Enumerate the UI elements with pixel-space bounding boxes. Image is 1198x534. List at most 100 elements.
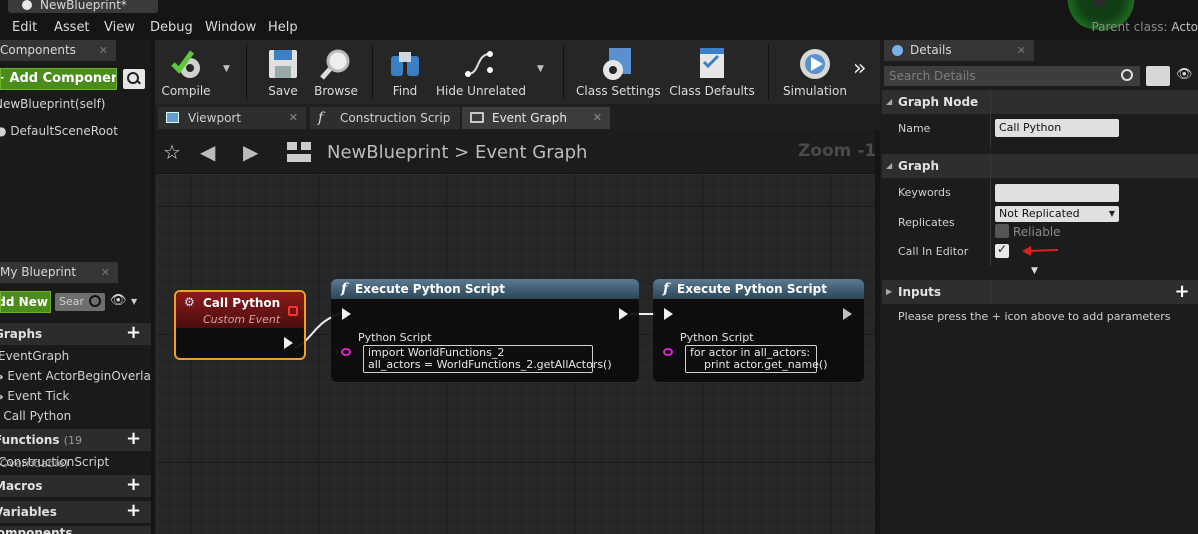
python-script-input[interactable]: import WorldFunctions_2 all_actors = Wor… xyxy=(363,345,612,373)
section-inputs[interactable]: Inputs xyxy=(882,280,1198,304)
call-in-editor-checkbox[interactable]: ✓ xyxy=(995,242,1009,258)
close-icon[interactable]: ✕ xyxy=(289,107,298,129)
node-title: Execute Python Script xyxy=(677,282,827,296)
eye-icon[interactable]: 👁 xyxy=(110,293,127,308)
section-graph[interactable]: Graph xyxy=(882,154,1198,178)
python-script-input[interactable]: for actor in all_actors: print actor.get… xyxy=(685,345,828,373)
tab-event-graph[interactable]: Event Graph ✕ xyxy=(462,107,610,129)
delegate-pin[interactable] xyxy=(288,306,298,316)
reliable-checkbox[interactable] xyxy=(995,224,1009,238)
section-variables[interactable]: Variables + xyxy=(0,501,151,523)
toolbar-overflow-icon[interactable]: » xyxy=(853,56,866,81)
exec-input-pin[interactable] xyxy=(664,308,673,320)
column-divider xyxy=(990,154,991,266)
checkmark-icon: ✓ xyxy=(997,242,1008,256)
tab-construction-label: Construction Scrip xyxy=(340,111,451,125)
tab-viewport[interactable]: Viewport ✕ xyxy=(158,107,306,129)
add-variable-button[interactable]: + xyxy=(126,502,144,520)
add-macro-button[interactable]: + xyxy=(126,476,144,494)
class-defaults-button[interactable]: Class Defaults xyxy=(668,42,756,102)
tab-components[interactable]: Components ✕ xyxy=(0,40,116,61)
section-graphs-label: Graphs xyxy=(0,327,43,341)
menu-view[interactable]: View xyxy=(104,20,135,35)
graph-item-callpython[interactable]: ƒ Call Python xyxy=(0,409,71,423)
menu-window[interactable]: Window xyxy=(205,20,256,35)
browse-label: Browse xyxy=(314,84,358,98)
exec-output-pin[interactable] xyxy=(284,337,293,349)
compile-options-chevron-icon[interactable]: ▼ xyxy=(223,64,230,74)
event-node-call-python[interactable]: ⚙ Call Python Custom Event xyxy=(174,290,306,360)
name-input[interactable]: Call Python xyxy=(995,119,1119,137)
menu-debug[interactable]: Debug xyxy=(150,20,193,35)
parent-class: Parent class: Acto xyxy=(1091,20,1198,34)
chevron-down-icon[interactable]: ▼ xyxy=(131,297,137,306)
hide-unrelated-chevron-icon[interactable]: ▼ xyxy=(537,64,544,74)
add-input-button[interactable]: + xyxy=(1172,282,1192,302)
close-icon[interactable]: ✕ xyxy=(593,107,602,129)
save-icon xyxy=(269,50,297,78)
node-header: f Execute Python Script xyxy=(331,279,639,299)
execute-python-node-2[interactable]: f Execute Python Script Python Script fo… xyxy=(653,279,864,382)
exec-output-pin[interactable] xyxy=(843,308,852,320)
exec-output-pin[interactable] xyxy=(619,308,628,320)
class-settings-button[interactable]: Class Settings xyxy=(576,42,661,102)
simulation-button[interactable]: Simulation xyxy=(782,42,848,102)
search-icon[interactable] xyxy=(1121,69,1133,81)
advanced-expand-icon[interactable]: ▼ xyxy=(1031,266,1038,276)
function-icon: f xyxy=(341,281,348,297)
close-icon[interactable]: ✕ xyxy=(99,40,108,61)
search-icon[interactable] xyxy=(89,295,101,307)
graph-item-eventgraph[interactable]: EventGraph xyxy=(0,349,69,363)
search-details-input[interactable]: Search Details xyxy=(884,66,1140,86)
close-icon[interactable]: ✕ xyxy=(101,262,110,283)
section-graph-node[interactable]: Graph Node xyxy=(882,90,1198,114)
menu-help[interactable]: Help xyxy=(268,20,298,35)
keywords-input[interactable] xyxy=(995,184,1119,202)
add-component-button[interactable]: + Add Component ▼ xyxy=(0,68,117,90)
save-button[interactable]: Save xyxy=(262,42,304,102)
tab-construction-script[interactable]: f Construction Scrip xyxy=(310,107,460,129)
magnifier-icon xyxy=(320,49,350,80)
menu-edit[interactable]: Edit xyxy=(12,20,37,35)
function-item-constructionscript[interactable]: ConstructionScript xyxy=(0,455,109,469)
graph-item-eventtick[interactable]: ➔ Event Tick xyxy=(0,389,69,403)
exec-input-pin[interactable] xyxy=(342,308,351,320)
component-item-self[interactable]: NewBlueprint(self) xyxy=(0,97,105,111)
add-new-button[interactable]: Add New ▼ xyxy=(0,291,51,313)
hide-unrelated-icon xyxy=(465,51,493,77)
add-graph-button[interactable]: + xyxy=(126,324,144,342)
property-matrix-icon[interactable] xyxy=(1146,66,1170,86)
browse-button[interactable]: Browse xyxy=(310,42,362,102)
search-details-placeholder: Search Details xyxy=(889,69,976,83)
section-components[interactable]: Components xyxy=(0,526,151,534)
string-input-pin[interactable] xyxy=(663,348,673,356)
node-title: Execute Python Script xyxy=(355,282,505,296)
document-tab[interactable]: NewBlueprint* xyxy=(8,0,158,13)
parent-class-label: Parent class: xyxy=(1091,20,1168,34)
replicates-select[interactable]: Not Replicated ▼ xyxy=(995,206,1119,222)
parent-class-value[interactable]: Acto xyxy=(1171,20,1198,34)
string-input-pin[interactable] xyxy=(341,348,351,356)
search-icon[interactable] xyxy=(123,69,145,89)
search-placeholder: Sear xyxy=(59,295,85,308)
eye-icon[interactable]: 👁 xyxy=(1176,67,1193,82)
tab-details[interactable]: Details ✕ xyxy=(884,40,1034,61)
close-icon[interactable]: ✕ xyxy=(1017,40,1026,61)
menu-asset[interactable]: Asset xyxy=(54,20,90,35)
graph-item-label: Event ActorBeginOverla xyxy=(7,369,151,383)
section-graphs[interactable]: Graphs + xyxy=(0,323,151,345)
tab-my-blueprint[interactable]: My Blueprint ✕ xyxy=(0,262,118,283)
title-bar xyxy=(0,0,1198,14)
graph-item-beginoverlap[interactable]: ➔ Event ActorBeginOverla xyxy=(0,369,151,383)
execute-python-node-1[interactable]: f Execute Python Script Python Script im… xyxy=(331,279,639,382)
hide-unrelated-button[interactable]: Hide Unrelated xyxy=(436,42,526,102)
section-functions[interactable]: Functions (19 Overridable) + xyxy=(0,429,151,470)
find-button[interactable]: Find xyxy=(384,42,426,102)
component-item-defaultsceneroot[interactable]: ● DefaultSceneRoot xyxy=(0,124,118,138)
compile-button[interactable]: Compile xyxy=(160,42,212,102)
section-macros[interactable]: Macros + xyxy=(0,475,151,497)
event-arrow-icon: ➔ xyxy=(0,373,4,383)
details-icon xyxy=(892,45,903,56)
reliable-label: Reliable xyxy=(1013,225,1061,239)
add-function-button[interactable]: + xyxy=(126,430,144,448)
